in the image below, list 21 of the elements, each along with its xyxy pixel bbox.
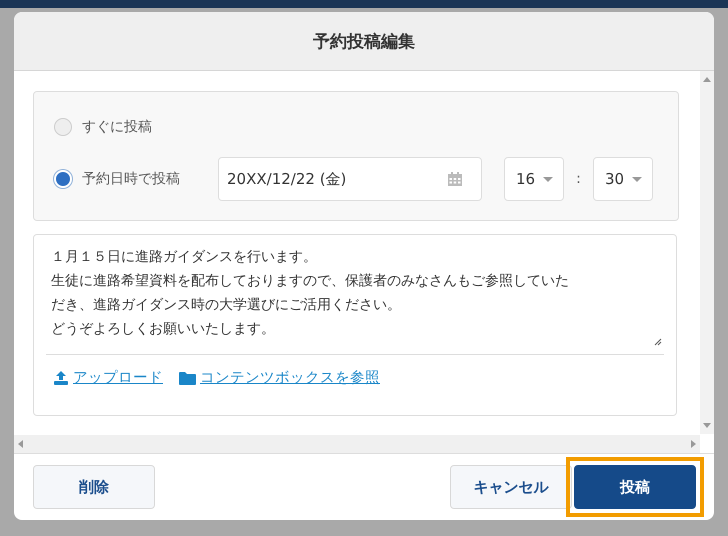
dialog-button[interactable]: 投稿 xyxy=(574,465,696,509)
dialog-button[interactable]: キャンセル xyxy=(450,465,572,509)
upload-icon xyxy=(53,370,69,386)
radio-label[interactable]: すぐに投稿 xyxy=(82,118,152,136)
vertical-scrollbar[interactable] xyxy=(700,71,714,434)
resize-grip-icon xyxy=(654,338,662,346)
radio-button[interactable] xyxy=(54,118,72,136)
attachment-link[interactable]: アップロード xyxy=(53,368,163,387)
minute-select[interactable]: 30 xyxy=(593,157,653,201)
hour-select[interactable]: 16 xyxy=(504,157,564,201)
dialog-button[interactable]: 削除 xyxy=(33,465,155,509)
time-separator: : xyxy=(575,171,582,187)
caret-icon xyxy=(632,176,642,182)
radio-label[interactable]: 予約日時で投稿 xyxy=(82,170,218,188)
calendar-icon xyxy=(447,171,463,187)
horizontal-scrollbar[interactable] xyxy=(14,435,700,453)
dialog-title: 予約投稿編集 xyxy=(313,30,415,52)
caret-icon xyxy=(543,176,553,182)
date-field[interactable]: 20XX/12/22 (金) xyxy=(218,157,482,201)
message-field[interactable]: １月１５日に進路ガイダンスを行います。 生徒に進路希望資料を配布しておりますので、保護者のみなさんもご参照していただき、進路ガイダンス時の大学選びにご活用ください。 どうぞよろしくお願いいたします。 xyxy=(46,235,664,355)
folder-icon xyxy=(179,370,196,384)
